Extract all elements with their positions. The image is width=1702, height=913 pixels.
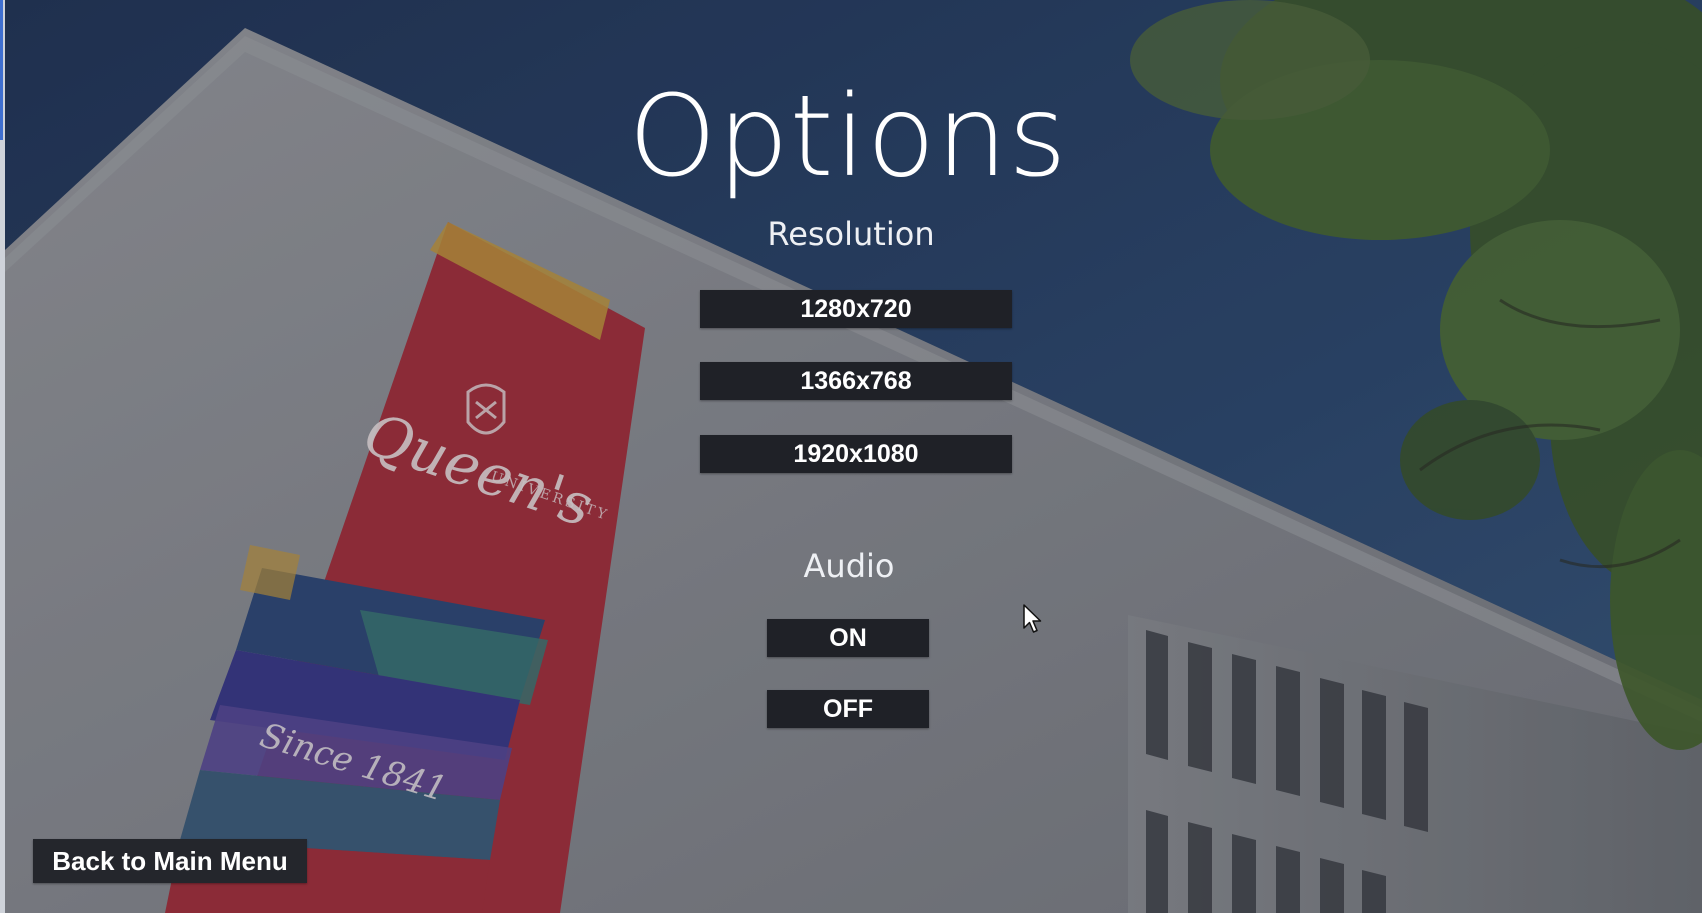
resolution-1366x768-button[interactable]: 1366x768	[700, 362, 1012, 400]
resolution-1280x720-button[interactable]: 1280x720	[700, 290, 1012, 328]
page-title: Options	[628, 72, 1068, 202]
audio-on-button[interactable]: ON	[767, 619, 929, 657]
back-to-main-menu-button[interactable]: Back to Main Menu	[33, 839, 307, 883]
resolution-1920x1080-button[interactable]: 1920x1080	[700, 435, 1012, 473]
options-screen: Queen's UNIVERSITY Since 1841 Options Re…	[0, 0, 1702, 913]
audio-off-button[interactable]: OFF	[767, 690, 929, 728]
audio-heading: Audio	[803, 547, 895, 585]
mouse-pointer-icon	[1023, 604, 1042, 633]
resolution-heading: Resolution	[767, 215, 935, 253]
